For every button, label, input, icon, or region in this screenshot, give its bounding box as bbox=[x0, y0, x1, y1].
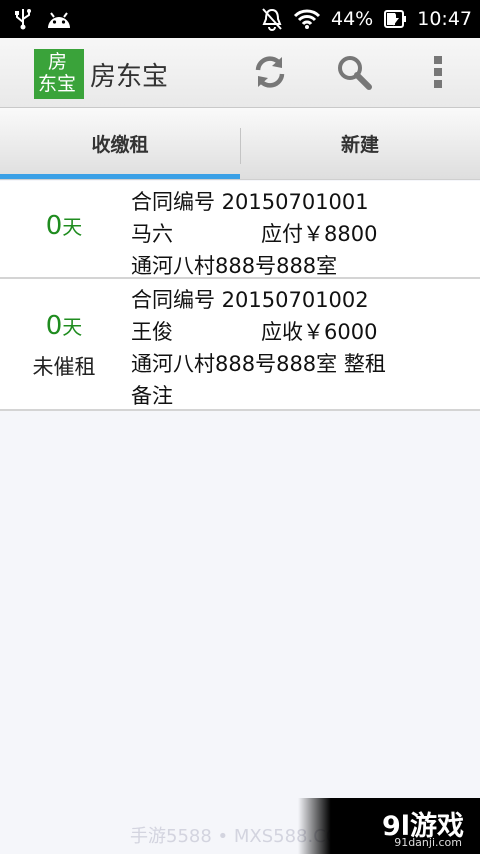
overflow-menu-button[interactable] bbox=[418, 54, 458, 94]
list-item[interactable]: 0天 未催租 合同编号 20150701002 王俊 应收￥6000 通河八村8… bbox=[0, 279, 480, 411]
contract-list: 0天 合同编号 20150701001 马六 应付￥8800 通河八村888号8… bbox=[0, 181, 480, 411]
android-icon bbox=[46, 9, 72, 29]
app-title: 房东宝 bbox=[90, 62, 169, 92]
tab-collect-rent-label: 收缴租 bbox=[91, 134, 149, 156]
address: 通河八村888号888室 整租 bbox=[131, 352, 386, 376]
clock: 10:47 bbox=[417, 8, 472, 30]
rent-amount: 应收￥6000 bbox=[261, 320, 378, 344]
watermark-badge: 9l游戏 91danji.com bbox=[298, 798, 480, 854]
tenant-name: 马六 bbox=[131, 222, 173, 246]
tenant-line: 王俊 应收￥6000 bbox=[131, 316, 377, 346]
usb-icon bbox=[14, 8, 32, 30]
rent-amount: 应付￥8800 bbox=[261, 222, 378, 246]
battery-percent: 44% bbox=[331, 8, 374, 30]
refresh-button[interactable] bbox=[250, 54, 290, 94]
battery-charging-icon bbox=[383, 8, 407, 30]
app-logo: 房 东宝 bbox=[34, 49, 84, 99]
contract-number: 合同编号 20150701002 bbox=[131, 288, 369, 312]
tab-new[interactable]: 新建 bbox=[240, 108, 480, 179]
days-unit: 天 bbox=[62, 315, 83, 339]
action-bar: 房 东宝 房东宝 bbox=[0, 38, 480, 108]
tenant-name: 王俊 bbox=[131, 320, 173, 344]
search-icon bbox=[335, 53, 373, 95]
tenant-line: 马六 应付￥8800 bbox=[131, 218, 377, 248]
reminder-status: 未催租 bbox=[32, 355, 96, 379]
days-counter: 0天 bbox=[0, 211, 128, 241]
note: 备注 bbox=[131, 384, 173, 408]
contract-number: 合同编号 20150701001 bbox=[131, 190, 369, 214]
list-item[interactable]: 0天 合同编号 20150701001 马六 应付￥8800 通河八村888号8… bbox=[0, 181, 480, 279]
tab-collect-rent[interactable]: 收缴租 bbox=[0, 108, 240, 179]
address: 通河八村888号888室 bbox=[131, 254, 338, 278]
watermark-site: 91danji.com bbox=[394, 836, 462, 849]
overflow-menu-icon bbox=[432, 55, 444, 93]
days-counter: 0天 bbox=[0, 311, 128, 341]
search-button[interactable] bbox=[334, 54, 374, 94]
tab-bar: 收缴租 新建 bbox=[0, 108, 480, 180]
days-unit: 天 bbox=[62, 215, 83, 239]
refresh-icon bbox=[251, 53, 289, 95]
app-logo-line2: 东宝 bbox=[38, 73, 77, 95]
days-number: 0 bbox=[45, 311, 63, 341]
mute-icon bbox=[261, 7, 283, 31]
app-logo-line1: 房 bbox=[48, 51, 68, 73]
status-bar: 44% 10:47 bbox=[0, 0, 480, 38]
tab-selected-indicator bbox=[0, 174, 240, 179]
tab-new-label: 新建 bbox=[340, 134, 379, 156]
days-number: 0 bbox=[45, 211, 63, 241]
wifi-icon bbox=[293, 8, 321, 30]
